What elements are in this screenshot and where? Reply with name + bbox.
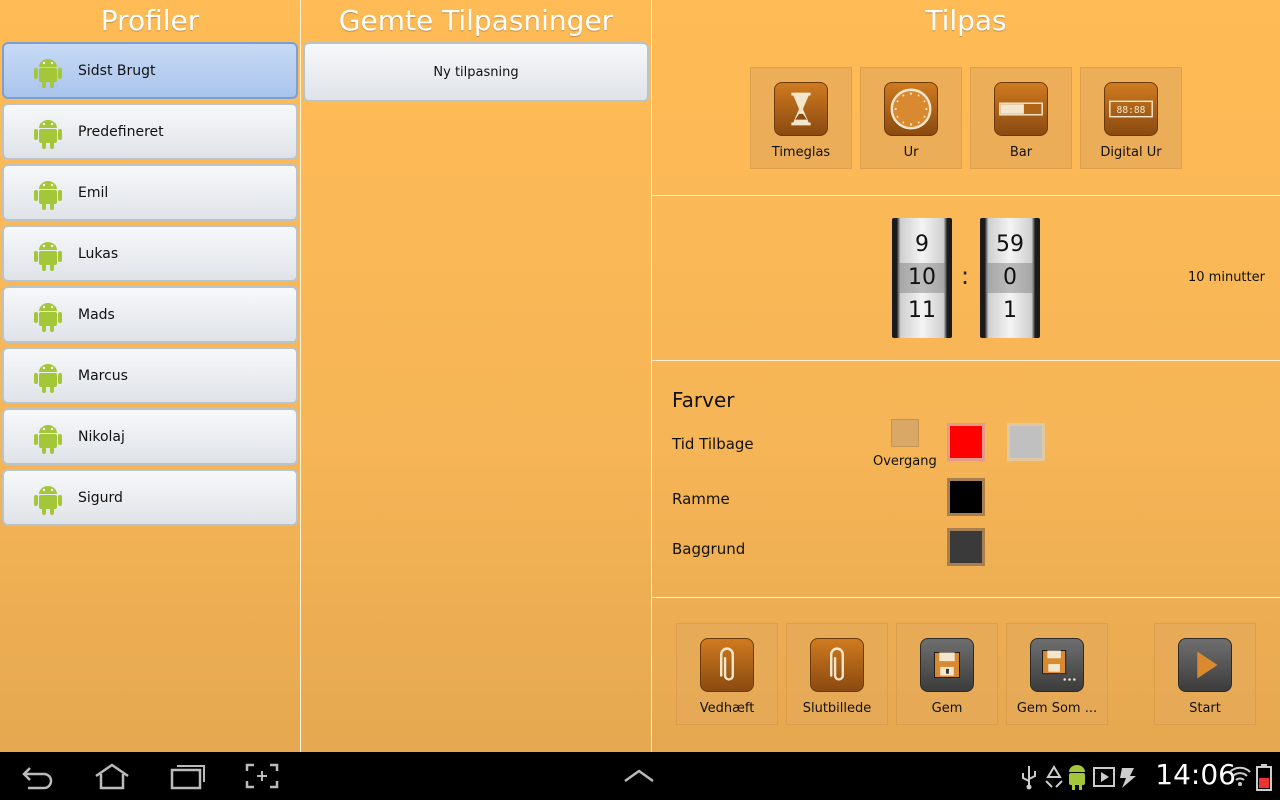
save-button[interactable]: Gem <box>896 623 998 725</box>
picker-next-value: 1 <box>1003 298 1017 323</box>
profile-item-sidst-brugt[interactable]: Sidst Brugt <box>2 42 298 99</box>
new-customization-button[interactable]: Ny tilpasning <box>303 42 649 102</box>
progress-bar-icon <box>994 82 1048 136</box>
android-icon <box>34 424 62 454</box>
minutes-picker[interactable]: 9 10 11 <box>892 218 952 338</box>
picker-current-value: 10 <box>908 265 936 290</box>
android-icon <box>34 363 62 393</box>
chevron-up-icon[interactable] <box>622 766 656 786</box>
home-icon[interactable] <box>92 762 132 790</box>
back-icon[interactable] <box>20 762 56 790</box>
tile-label: Bar <box>1009 145 1033 160</box>
time-separator: : <box>961 262 970 290</box>
android-icon <box>34 485 62 515</box>
profile-name: Emil <box>78 184 109 201</box>
customize-panel: Tilpas Timeglas Ur Bar 88:88 Digital Ur … <box>652 0 1280 752</box>
section-divider <box>652 360 1280 361</box>
save-as-button[interactable]: Gem Som ... <box>1006 623 1108 725</box>
digital-clock-icon: 88:88 <box>1104 82 1158 136</box>
profile-item-lukas[interactable]: Lukas <box>2 225 298 282</box>
svg-text:88:88: 88:88 <box>1117 105 1146 116</box>
tile-label: Gem <box>931 701 963 716</box>
background-color-swatch[interactable] <box>947 528 985 566</box>
recycle-icon <box>1045 765 1063 788</box>
end-image-button[interactable]: Slutbillede <box>786 623 888 725</box>
background-label: Baggrund <box>672 540 746 558</box>
section-divider <box>652 195 1280 196</box>
timer-type-digital-clock[interactable]: 88:88 Digital Ur <box>1080 67 1182 169</box>
notification-icon <box>1120 768 1136 788</box>
android-icon <box>34 119 62 149</box>
android-icon <box>34 58 62 88</box>
tile-label: Slutbillede <box>802 701 872 716</box>
profiles-panel: Profiler Sidst Brugt Predefineret Emil L… <box>0 0 300 752</box>
start-button[interactable]: Start <box>1154 623 1256 725</box>
transition-toggle[interactable] <box>891 419 919 447</box>
timer-type-hourglass[interactable]: Timeglas <box>750 67 852 169</box>
clock-icon <box>884 82 938 136</box>
timer-type-clock[interactable]: Ur <box>860 67 962 169</box>
saved-title: Gemte Tilpasninger <box>338 4 614 37</box>
frame-color-swatch[interactable] <box>947 478 985 516</box>
picker-prev-value: 9 <box>915 232 929 257</box>
profile-item-emil[interactable]: Emil <box>2 164 298 221</box>
time-left-color-swatch[interactable] <box>947 423 985 461</box>
time-left-label: Tid Tilbage <box>672 435 754 453</box>
seconds-picker[interactable]: 59 0 1 <box>980 218 1040 338</box>
attach-button[interactable]: Vedhæft <box>676 623 778 725</box>
system-navigation-bar: 14:06 <box>0 752 1280 800</box>
profile-name: Nikolaj <box>78 428 125 445</box>
android-icon <box>34 302 62 332</box>
floppy-disk-icon <box>920 638 974 692</box>
tile-label: Start <box>1189 701 1221 716</box>
usb-icon <box>1022 766 1036 790</box>
profile-name: Marcus <box>78 367 128 384</box>
time-left-alt-color-swatch[interactable] <box>1007 423 1045 461</box>
profile-item-mads[interactable]: Mads <box>2 286 298 343</box>
tile-label: Timeglas <box>771 145 831 160</box>
tile-label: Gem Som ... <box>1016 701 1098 716</box>
picker-next-value: 11 <box>908 298 936 323</box>
recent-apps-icon[interactable] <box>168 762 208 790</box>
profile-item-sigurd[interactable]: Sigurd <box>2 469 298 526</box>
profiles-title: Profiler <box>100 4 200 37</box>
screenshot-icon[interactable] <box>244 762 280 790</box>
tile-label: Vedhæft <box>699 701 755 716</box>
profile-item-predefineret[interactable]: Predefineret <box>2 103 298 160</box>
paperclip-icon <box>810 638 864 692</box>
saved-panel: Gemte Tilpasninger Ny tilpasning <box>301 0 651 752</box>
duration-text: 10 minutter <box>1188 270 1265 285</box>
profile-item-marcus[interactable]: Marcus <box>2 347 298 404</box>
tile-label: Digital Ur <box>1100 145 1162 160</box>
picker-current-value: 0 <box>1003 265 1017 290</box>
floppy-disk-save-as-icon <box>1030 638 1084 692</box>
media-play-icon <box>1093 767 1115 787</box>
profile-list: Sidst Brugt Predefineret Emil Lukas Mads… <box>0 42 300 526</box>
battery-icon <box>1256 764 1272 791</box>
android-debug-icon <box>1069 765 1085 790</box>
android-icon <box>34 241 62 271</box>
wifi-icon <box>1229 766 1251 786</box>
tile-label: Ur <box>903 145 919 160</box>
profile-item-nikolaj[interactable]: Nikolaj <box>2 408 298 465</box>
section-divider <box>652 597 1280 598</box>
frame-label: Ramme <box>672 490 730 508</box>
profile-name: Sidst Brugt <box>78 62 156 79</box>
customize-title: Tilpas <box>925 4 1007 37</box>
profile-name: Sigurd <box>78 489 123 506</box>
colors-title: Farver <box>672 388 735 412</box>
transition-label: Overgang <box>873 454 937 469</box>
play-icon <box>1178 638 1232 692</box>
timer-type-bar[interactable]: Bar <box>970 67 1072 169</box>
hourglass-icon <box>774 82 828 136</box>
status-clock: 14:06 <box>1155 758 1236 791</box>
profile-name: Lukas <box>78 245 119 262</box>
android-icon <box>34 180 62 210</box>
picker-prev-value: 59 <box>996 232 1024 257</box>
profile-name: Mads <box>78 306 115 323</box>
profile-name: Predefineret <box>78 123 164 140</box>
paperclip-icon <box>700 638 754 692</box>
